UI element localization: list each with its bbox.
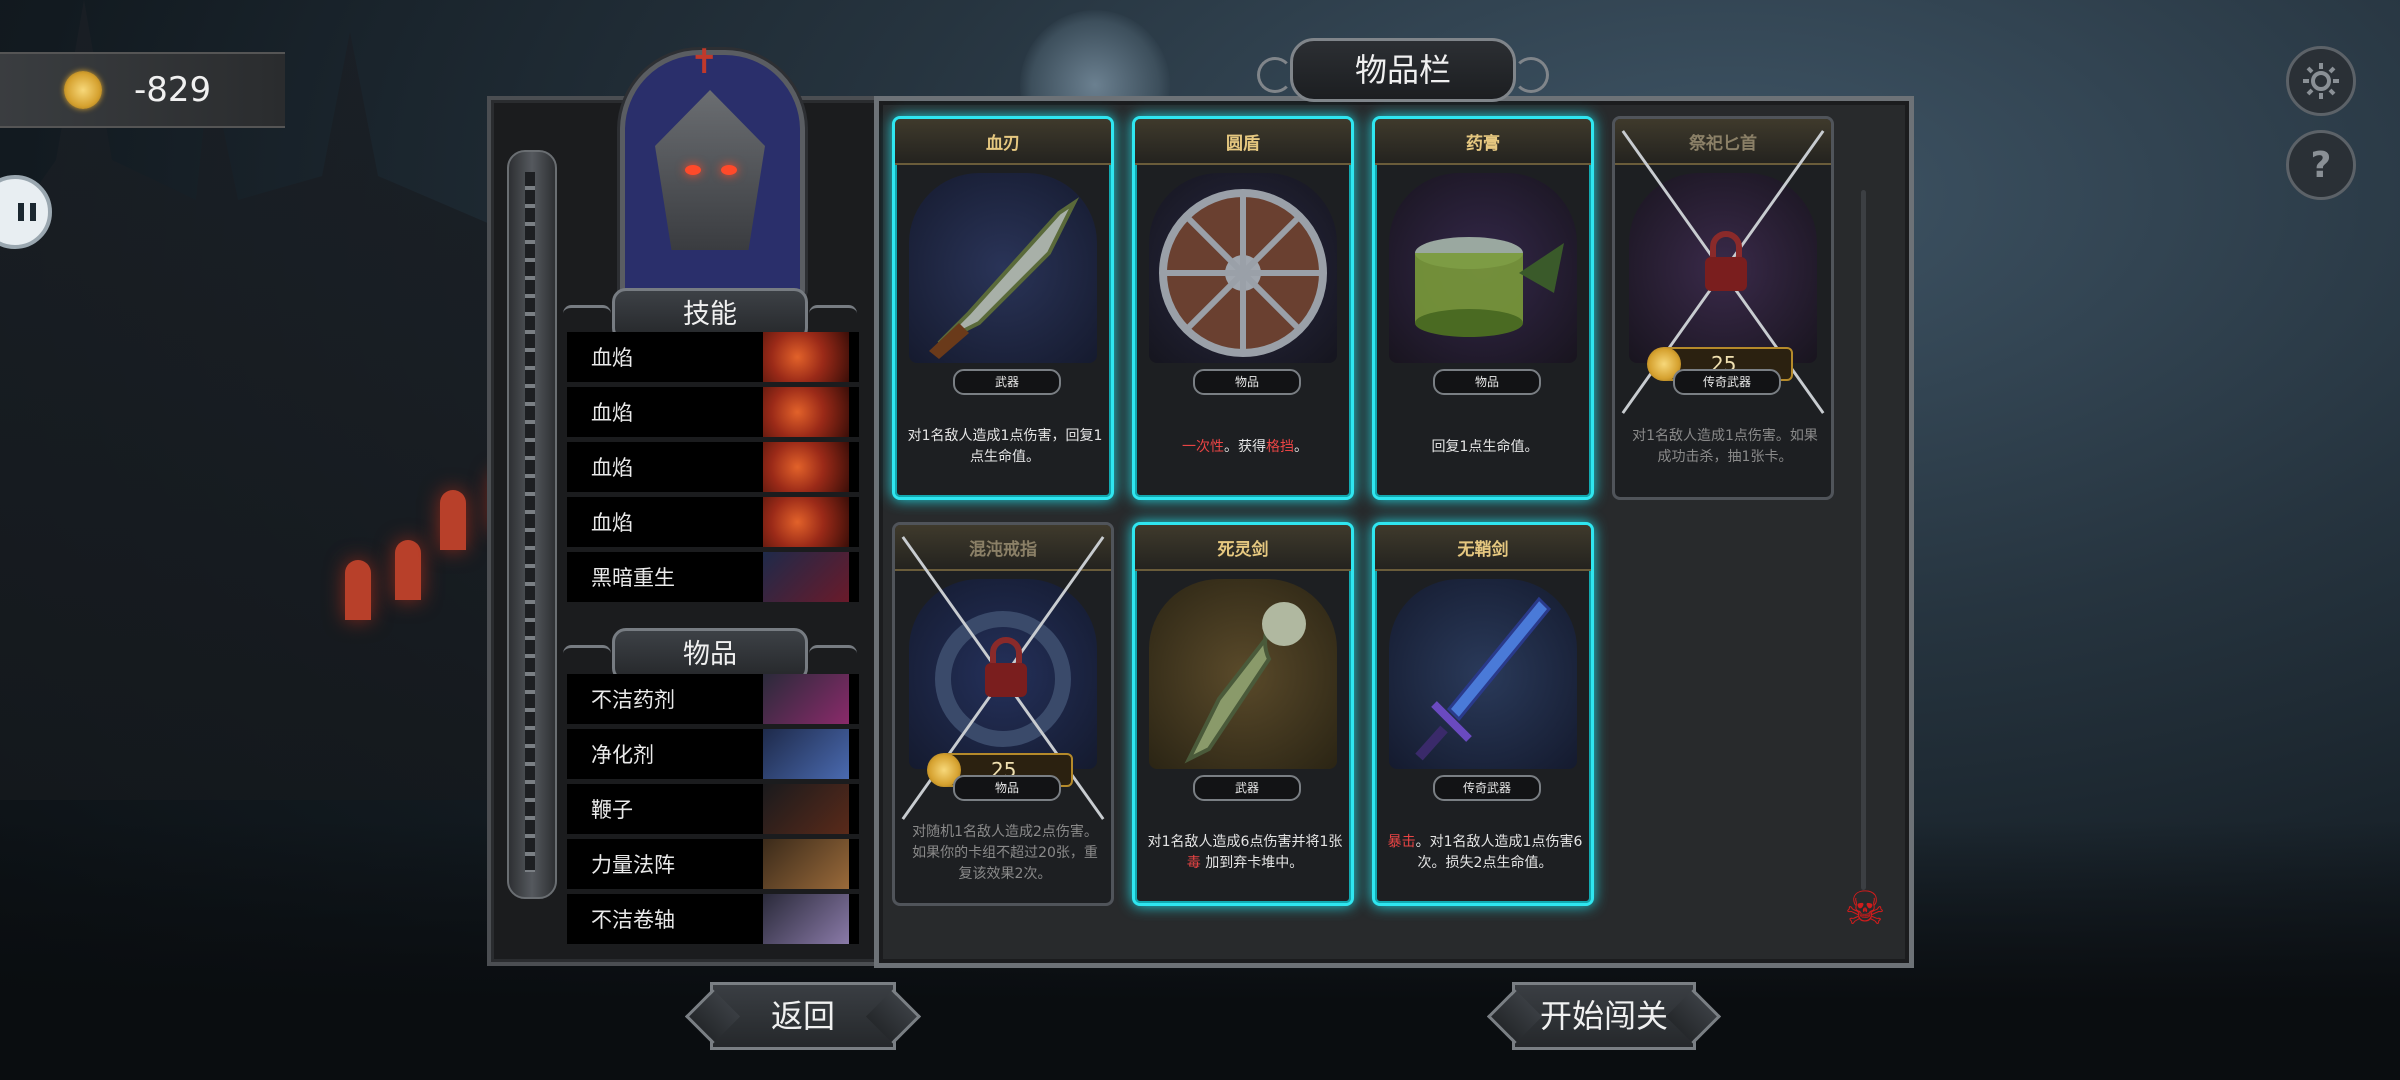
padlock-icon	[985, 637, 1027, 697]
blood-flame-icon	[763, 332, 849, 382]
scroll-icon	[763, 894, 849, 944]
settings-button[interactable]	[2286, 46, 2356, 116]
card-type: 武器	[953, 369, 1061, 395]
inventory-title: 物品栏	[1257, 38, 1549, 102]
pause-icon	[30, 203, 36, 221]
keyword-poison: 毒	[1186, 855, 1201, 871]
start-button[interactable]: 开始闯关	[1512, 982, 1696, 1050]
card-type: 物品	[953, 775, 1061, 801]
shield-icon	[1149, 173, 1337, 363]
hero-eye	[685, 165, 701, 175]
card-title: 死灵剑	[1135, 525, 1351, 571]
card-title: 圆盾	[1135, 119, 1351, 165]
dark-rebirth-icon	[763, 552, 849, 602]
question-icon: ?	[2310, 144, 2332, 186]
back-button[interactable]: 返回	[710, 982, 896, 1050]
skill-row[interactable]: 血焰	[567, 497, 859, 551]
card-description: 回复1点生命值。	[1431, 438, 1539, 455]
blood-flame-icon	[763, 387, 849, 437]
card-chaos-ring[interactable]: 混沌戒指 25 物品 对随机1名敌人造成2点伤害。如果你的卡组不超过20张，重复…	[892, 522, 1114, 906]
rune-icon	[763, 839, 849, 889]
item-row[interactable]: 不洁药剂	[567, 674, 859, 728]
skill-label: 血焰	[591, 401, 633, 425]
item-label: 净化剂	[591, 743, 654, 767]
decorative-rail	[507, 150, 557, 899]
card-blood-blade[interactable]: 血刃 武器 对1名敌人造成1点伤害，回复1点生命值。	[892, 116, 1114, 500]
card-unsheathed-sword[interactable]: 无鞘剑 传奇武器 暴击。对1名敌人造成1点伤害6次。损失2点生命值。	[1372, 522, 1594, 906]
hero-helmet	[655, 90, 765, 250]
whip-icon	[763, 784, 849, 834]
cross-icon: ✝	[690, 42, 719, 82]
card-ointment[interactable]: 药膏 物品 回复1点生命值。	[1372, 116, 1594, 500]
castle-window	[440, 490, 466, 550]
gold-counter: -829	[0, 52, 285, 128]
desc-text: 加到弃卡堆中。	[1205, 855, 1304, 871]
card-title: 无鞘剑	[1375, 525, 1591, 571]
gear-icon	[2303, 63, 2339, 99]
card-necro-sword[interactable]: 死灵剑 武器 对1名敌人造成6点伤害并将1张毒 加到弃卡堆中。	[1132, 522, 1354, 906]
gold-coin-icon	[64, 71, 102, 109]
item-label: 不洁卷轴	[591, 908, 675, 932]
blood-flame-icon	[763, 497, 849, 547]
card-description: 对1名敌人造成1点伤害。如果成功击杀，抽1张卡。	[1632, 428, 1818, 465]
card-type: 武器	[1193, 775, 1301, 801]
skill-label: 血焰	[591, 511, 633, 535]
inventory-scrollbar[interactable]	[1861, 190, 1866, 890]
item-row[interactable]: 力量法阵	[567, 839, 859, 893]
vial-icon	[763, 729, 849, 779]
desc-text: 。对1名敌人造成1点伤害6次。损失2点生命值。	[1415, 834, 1583, 871]
help-button[interactable]: ?	[2286, 130, 2356, 200]
skill-label: 血焰	[591, 456, 633, 480]
card-title: 药膏	[1375, 119, 1591, 165]
desc-text: 。获得	[1224, 438, 1266, 455]
card-description: 对1名敌人造成6点伤害并将1张毒 加到弃卡堆中。	[1147, 803, 1343, 903]
blade-icon	[909, 173, 1097, 363]
card-type: 物品	[1433, 369, 1541, 395]
item-row[interactable]: 不洁卷轴	[567, 894, 859, 948]
card-title: 祭祀匕首	[1615, 119, 1831, 165]
padlock-icon	[1705, 231, 1747, 291]
card-ritual-dagger[interactable]: 祭祀匕首 25 传奇武器 对1名敌人造成1点伤害。如果成功击杀，抽1张卡。	[1612, 116, 1834, 500]
item-label: 鞭子	[591, 798, 633, 822]
hero-portrait	[620, 50, 805, 300]
card-description: 暴击。对1名敌人造成1点伤害6次。损失2点生命值。	[1387, 803, 1583, 903]
keyword-single-use: 一次性	[1182, 438, 1224, 455]
skull-sword-icon	[1149, 579, 1337, 769]
skill-row[interactable]: 血焰	[567, 442, 859, 496]
item-row[interactable]: 鞭子	[567, 784, 859, 838]
card-type: 物品	[1193, 369, 1301, 395]
skill-row[interactable]: 黑暗重生	[567, 552, 859, 606]
desc-text: 。	[1294, 438, 1308, 455]
gold-value: -829	[134, 70, 212, 110]
card-type: 传奇武器	[1433, 775, 1541, 801]
blood-flame-icon	[763, 442, 849, 492]
item-label: 不洁药剂	[591, 688, 675, 712]
card-round-shield[interactable]: 圆盾 物品 一次性。获得格挡。	[1132, 116, 1354, 500]
item-row[interactable]: 净化剂	[567, 729, 859, 783]
card-description: 一次性。获得格挡。	[1147, 397, 1343, 497]
card-title: 混沌戒指	[895, 525, 1111, 571]
skull-icon[interactable]: ☠	[1842, 882, 1888, 934]
card-type: 传奇武器	[1673, 369, 1781, 395]
skill-label: 黑暗重生	[591, 566, 675, 590]
skill-label: 血焰	[591, 346, 633, 370]
potion-icon	[763, 674, 849, 724]
desc-text: 对1名敌人造成6点伤害并将1张	[1147, 834, 1343, 850]
keyword-block: 格挡	[1266, 438, 1294, 455]
castle-window	[345, 560, 371, 620]
card-description: 对1名敌人造成1点伤害，回复1点生命值。	[907, 428, 1103, 465]
card-title: 血刃	[895, 119, 1111, 165]
hero-eye	[721, 165, 737, 175]
ointment-icon	[1389, 173, 1577, 363]
pause-icon	[18, 203, 24, 221]
skill-row[interactable]: 血焰	[567, 387, 859, 441]
item-label: 力量法阵	[591, 853, 675, 877]
card-description: 对随机1名敌人造成2点伤害。如果你的卡组不超过20张，重复该效果2次。	[912, 823, 1098, 882]
castle-window	[395, 540, 421, 600]
skill-row[interactable]: 血焰	[567, 332, 859, 386]
keyword-crit: 暴击	[1387, 834, 1416, 850]
sword-icon	[1389, 579, 1577, 769]
